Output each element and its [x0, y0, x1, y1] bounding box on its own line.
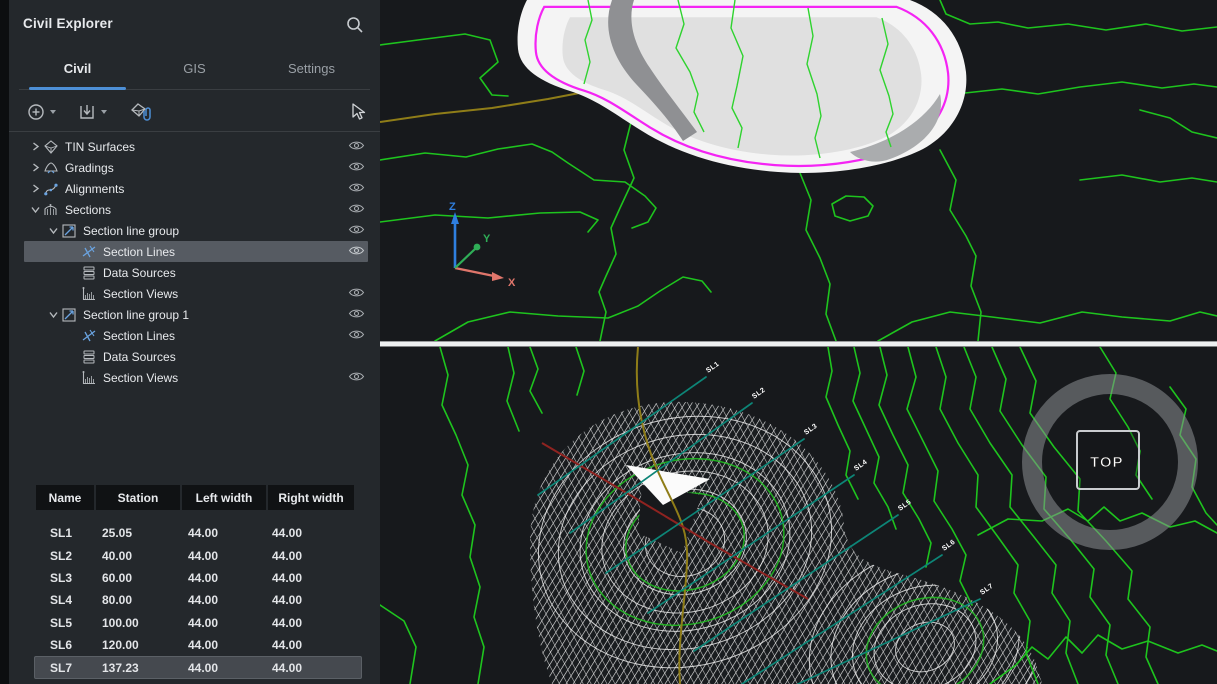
tab-gis[interactable]: GIS: [136, 48, 253, 89]
section-line-label: SL5: [897, 499, 913, 513]
chevron-right-icon[interactable]: [28, 161, 42, 175]
panel-title: Civil Explorer: [23, 16, 113, 31]
axis-y-label: Y: [483, 233, 491, 245]
chevron-right-icon[interactable]: [28, 182, 42, 196]
section-line-label: SL2: [751, 387, 767, 401]
section-line-label: SL3: [803, 423, 819, 437]
table-header: Name Station Left width Right width: [36, 485, 354, 510]
tree-item-data-sources[interactable]: Data Sources: [9, 262, 380, 283]
chevron-right-icon[interactable]: [28, 140, 42, 154]
chevron-down-icon[interactable]: [46, 308, 60, 322]
tab-civil[interactable]: Civil: [19, 48, 136, 89]
tree-item-section-line-group[interactable]: Section line group: [9, 220, 380, 241]
tab-bar: Civil GIS Settings: [19, 48, 370, 90]
visibility-eye-icon[interactable]: [348, 244, 366, 258]
sections-icon: [42, 202, 59, 218]
tree-item-alignments[interactable]: Alignments: [9, 178, 380, 199]
civil-object-tree: TIN Surfaces Gradings Alignments Section…: [9, 136, 380, 388]
axis-x-label: X: [508, 277, 516, 289]
chevron-down-icon[interactable]: [28, 203, 42, 217]
section-line-label: SL1: [705, 361, 721, 375]
navcube-label: TOP: [1090, 454, 1124, 471]
table-body: SL125.0544.0044.00 SL240.0044.0044.00 SL…: [36, 522, 354, 679]
table-row-selected[interactable]: SL7137.2344.0044.00: [36, 656, 354, 678]
tin-mesh-model: [510, 384, 1069, 684]
visibility-eye-icon[interactable]: [348, 286, 366, 300]
panel-header: Civil Explorer: [9, 12, 380, 40]
visibility-eye-icon[interactable]: [348, 160, 366, 174]
tree-item-data-sources[interactable]: Data Sources: [9, 346, 380, 367]
toolbar-separator: [9, 131, 380, 132]
tin-surfaces-icon: [42, 139, 59, 155]
tree-item-sections[interactable]: Sections: [9, 199, 380, 220]
visibility-eye-icon[interactable]: [348, 307, 366, 321]
ucs-axis-icon: Z X Y: [449, 201, 516, 289]
tree-item-section-lines[interactable]: Section Lines: [9, 325, 380, 346]
visibility-eye-icon[interactable]: [348, 181, 366, 195]
caret-down-icon: [49, 109, 57, 115]
visibility-eye-icon[interactable]: [348, 370, 366, 384]
window-edge-strip: [0, 0, 9, 684]
section-line-group-icon: [60, 223, 77, 239]
navigation-wheel[interactable]: TOP: [1032, 384, 1188, 540]
explorer-toolbar: [23, 94, 370, 130]
viewport-top[interactable]: Z X Y: [380, 0, 1217, 341]
tree-item-section-lines[interactable]: Section Lines: [9, 241, 380, 262]
attach-surface-button[interactable]: [125, 98, 155, 126]
chevron-down-icon[interactable]: [46, 224, 60, 238]
section-lines-table: Name Station Left width Right width SL12…: [36, 485, 354, 679]
tree-item-section-views[interactable]: Section Views: [9, 367, 380, 388]
search-icon[interactable]: [344, 14, 366, 36]
section-lines-icon: [80, 244, 97, 260]
visibility-eye-icon[interactable]: [348, 328, 366, 342]
column-header-right-width[interactable]: Right width: [268, 485, 354, 510]
column-header-station[interactable]: Station: [96, 485, 180, 510]
section-line-label: SL4: [853, 459, 869, 473]
data-sources-icon: [80, 265, 97, 281]
section-views-icon: [80, 286, 97, 302]
visibility-eye-icon[interactable]: [348, 139, 366, 153]
tree-item-tin-surfaces[interactable]: TIN Surfaces: [9, 136, 380, 157]
section-line-label: SL7: [979, 583, 995, 597]
section-line-group-icon: [60, 307, 77, 323]
select-cursor-icon[interactable]: [346, 99, 370, 125]
table-row[interactable]: SL360.0044.0044.00: [36, 567, 354, 589]
column-header-name[interactable]: Name: [36, 485, 94, 510]
table-row[interactable]: SL480.0044.0044.00: [36, 589, 354, 611]
section-views-icon: [80, 370, 97, 386]
tab-settings[interactable]: Settings: [253, 48, 370, 89]
civil-explorer-panel: Civil Explorer Civil GIS Settings: [9, 0, 380, 684]
tree-item-gradings[interactable]: Gradings: [9, 157, 380, 178]
viewport-bottom[interactable]: SL1 SL2 SL3 SL4 SL5 SL6 SL7 TOP: [380, 347, 1217, 684]
table-row[interactable]: SL240.0044.0044.00: [36, 544, 354, 566]
visibility-eye-icon[interactable]: [348, 202, 366, 216]
section-line-label: SL6: [941, 539, 957, 553]
gradings-icon: [42, 160, 59, 176]
tree-selection-highlight: [24, 241, 368, 262]
column-header-left-width[interactable]: Left width: [182, 485, 266, 510]
app-root: Civil Explorer Civil GIS Settings: [0, 0, 1217, 684]
graded-surface-model: [518, 0, 967, 173]
add-button[interactable]: [23, 99, 60, 125]
axis-z-label: Z: [449, 201, 456, 213]
caret-down-icon: [100, 109, 108, 115]
table-row[interactable]: SL125.0544.0044.00: [36, 522, 354, 544]
alignments-icon: [42, 181, 59, 197]
data-sources-icon: [80, 349, 97, 365]
table-row[interactable]: SL6120.0044.0044.00: [36, 634, 354, 656]
tree-item-section-line-group-1[interactable]: Section line group 1: [9, 304, 380, 325]
section-lines-icon: [80, 328, 97, 344]
drawing-area: Z X Y: [380, 0, 1217, 684]
tree-item-section-views[interactable]: Section Views: [9, 283, 380, 304]
import-button[interactable]: [74, 99, 111, 125]
table-row[interactable]: SL5100.0044.0044.00: [36, 612, 354, 634]
visibility-eye-icon[interactable]: [348, 223, 366, 237]
